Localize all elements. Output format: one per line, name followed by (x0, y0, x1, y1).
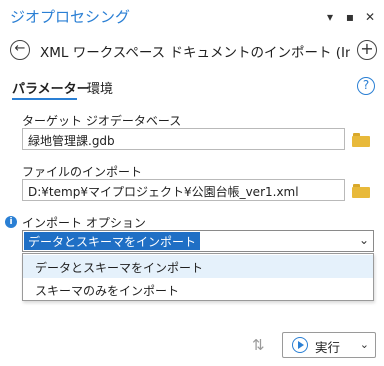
play-icon (292, 337, 308, 353)
target-gdb-input[interactable]: 緑地管理課.gdb (22, 128, 345, 150)
target-gdb-label: ターゲット ジオデータベース (22, 114, 182, 128)
tool-header: ← XML ワークスペース ドキュメントのインポート (Im... + (0, 36, 384, 64)
tab-environments[interactable]: 環境 (87, 78, 113, 97)
info-icon[interactable]: i (5, 216, 17, 228)
tool-title: XML ワークスペース ドキュメントのインポート (Im... (40, 45, 350, 61)
pane-titlebar: ジオプロセシング ▾ ▪ ✕ (0, 0, 384, 34)
import-option-selected-value: データとスキーマをインポート (24, 232, 201, 250)
option-import-schema-only[interactable]: スキーマのみをインポート (23, 278, 373, 301)
tab-parameters[interactable]: パラメーター (12, 78, 90, 97)
import-file-label: ファイルのインポート (22, 165, 143, 179)
pane-title: ジオプロセシング (10, 8, 131, 26)
active-tab-indicator (12, 98, 77, 100)
browse-folder-icon[interactable] (352, 184, 370, 198)
back-arrow-icon[interactable]: ← (10, 40, 30, 60)
help-icon[interactable]: ? (357, 77, 375, 95)
run-button-label: 実行 (315, 340, 341, 355)
maximize-button[interactable]: ▪ (342, 8, 358, 26)
import-option-select[interactable]: データとスキーマをインポート ⌄ (22, 230, 374, 252)
pane-menu-button[interactable]: ▾ (322, 8, 338, 26)
run-button[interactable]: 実行 ⌄ (282, 332, 376, 358)
import-option-dropdown-list: データとスキーマをインポート スキーマのみをインポート (22, 253, 374, 301)
browse-folder-icon[interactable] (352, 133, 370, 147)
switch-icon[interactable]: ⇅ (252, 336, 265, 354)
add-icon[interactable]: + (357, 40, 377, 60)
import-option-label: インポート オプション (22, 216, 146, 230)
chevron-down-icon[interactable]: ⌄ (359, 233, 369, 247)
chevron-down-icon[interactable]: ⌄ (360, 338, 369, 351)
option-import-data-and-schema[interactable]: データとスキーマをインポート (23, 255, 373, 278)
close-button[interactable]: ✕ (362, 8, 378, 26)
import-file-input[interactable]: D:¥temp¥マイプロジェクト¥公園台帳_ver1.xml (22, 179, 345, 201)
